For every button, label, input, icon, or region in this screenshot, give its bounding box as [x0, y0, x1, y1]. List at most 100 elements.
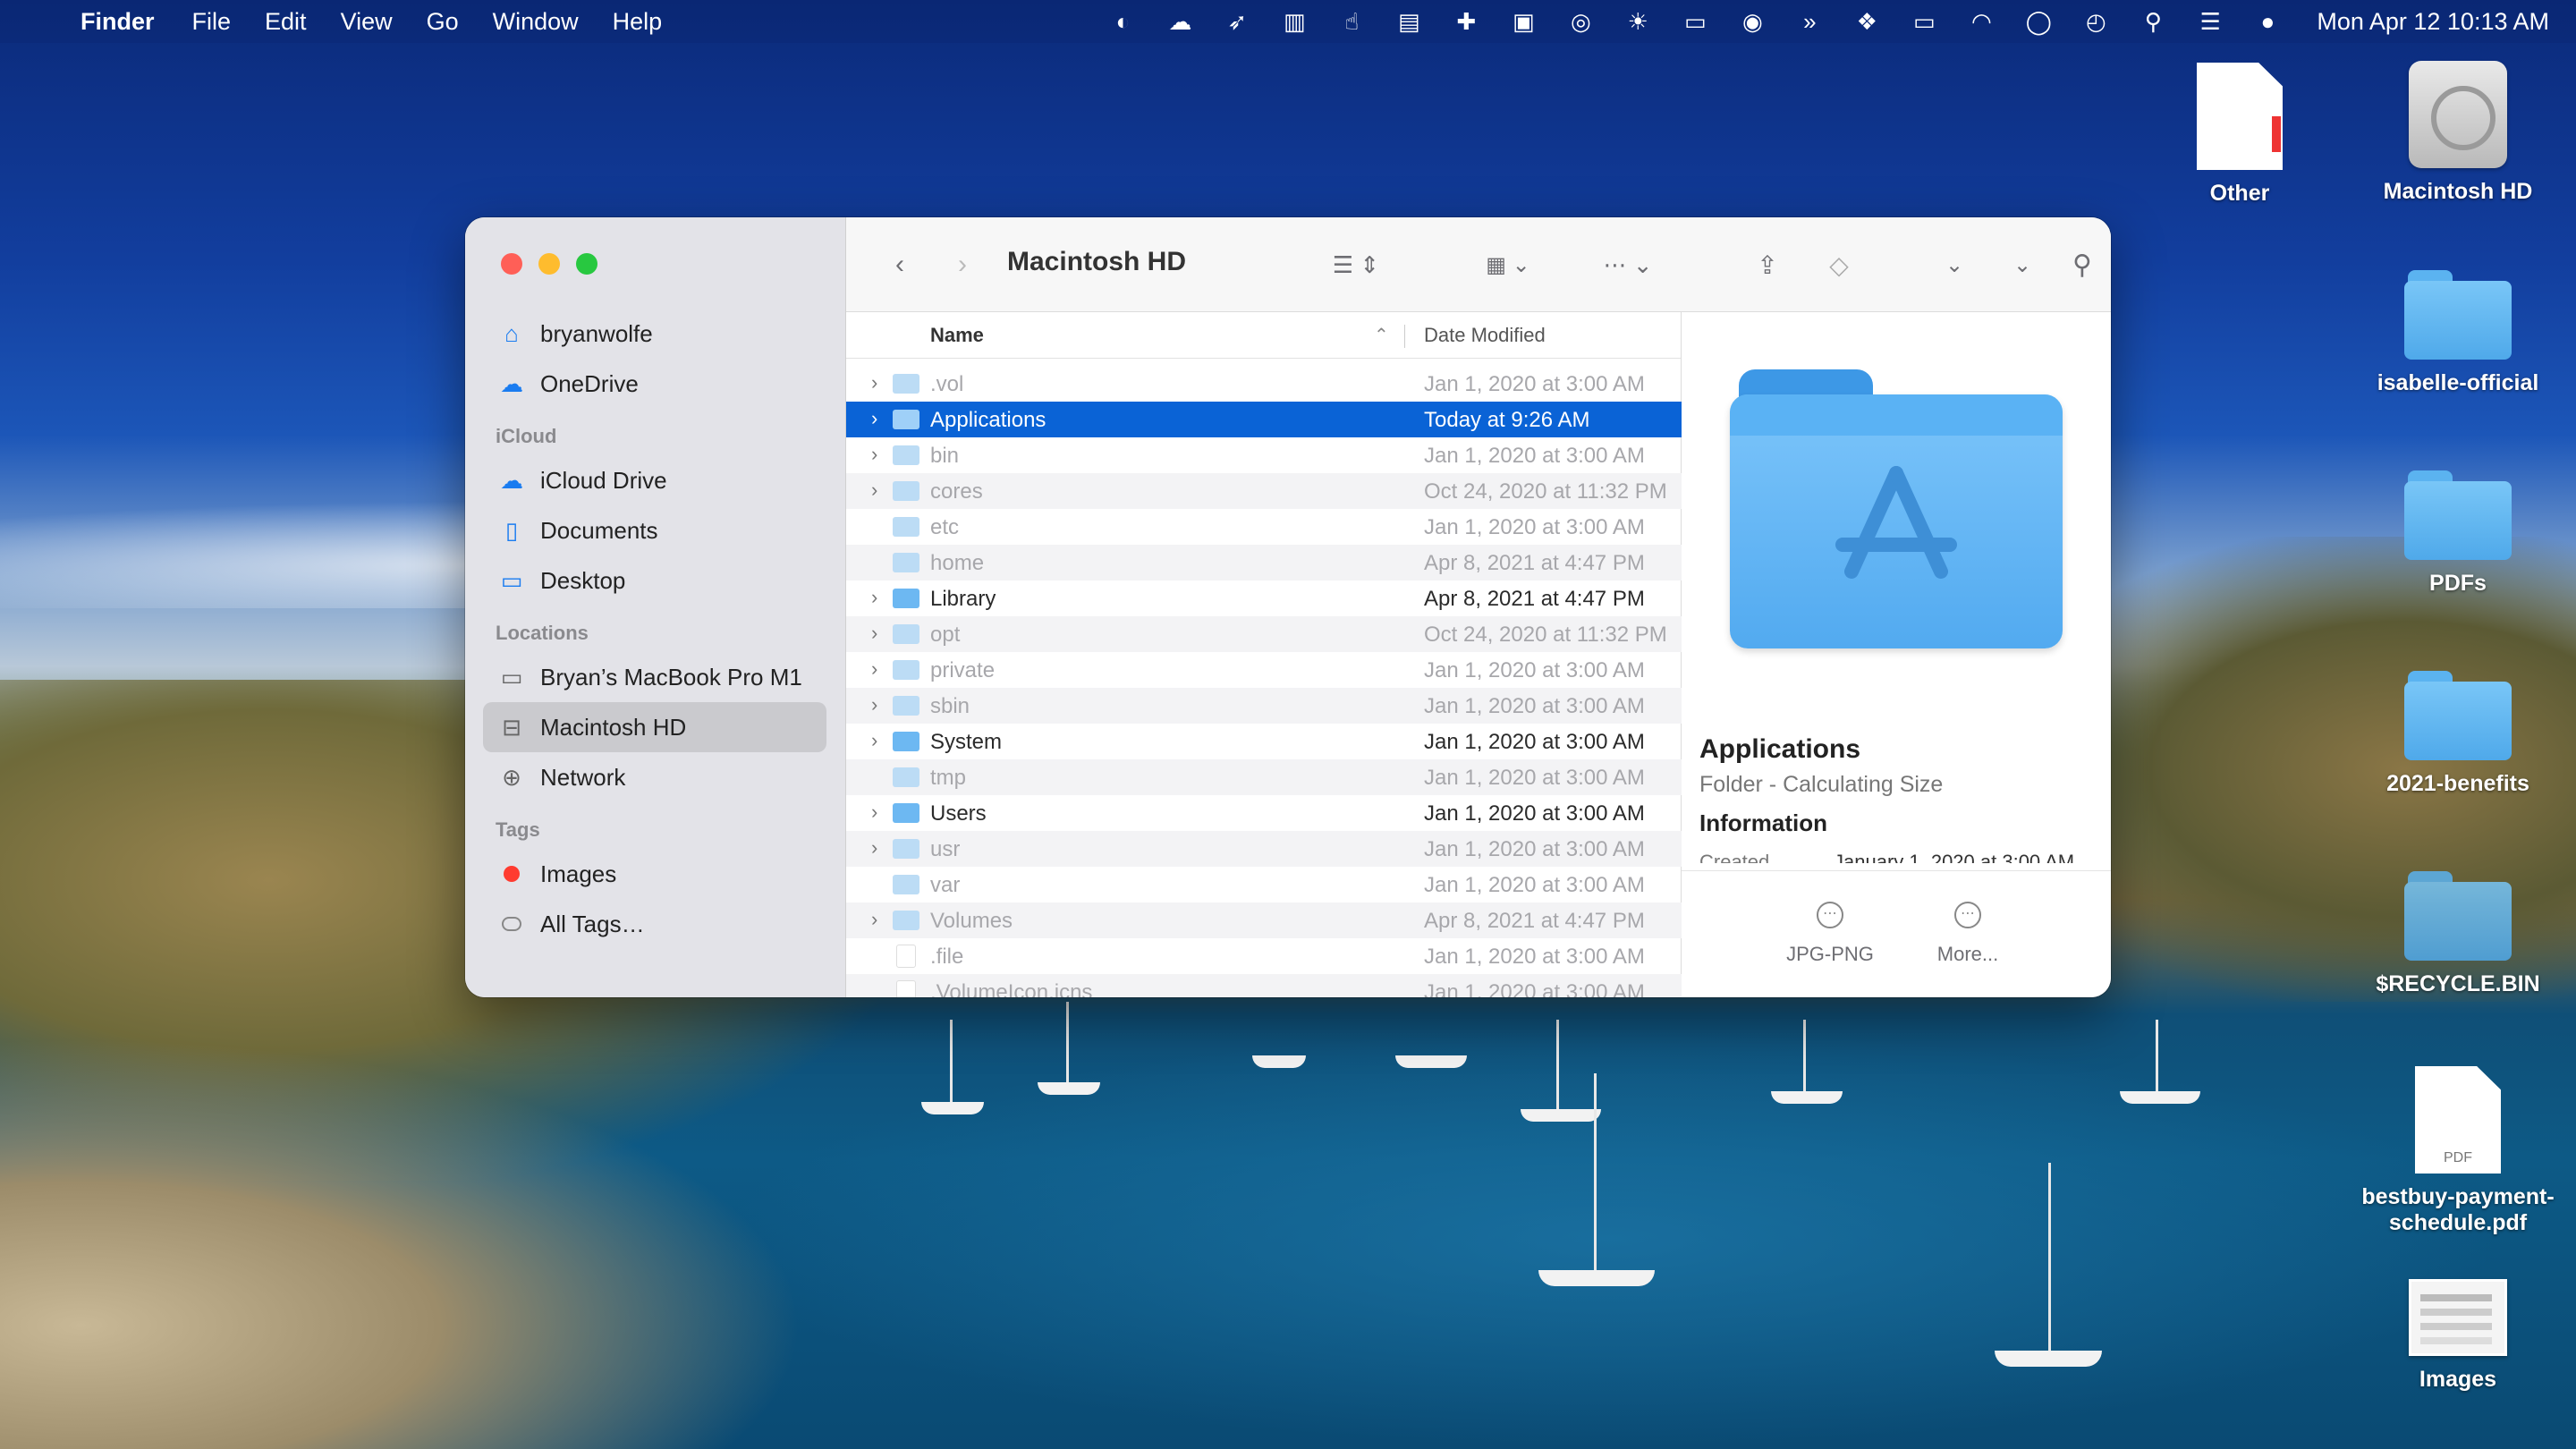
table-row[interactable]: ›VolumesApr 8, 2021 at 4:47 PM — [846, 902, 1682, 938]
menu-app-name[interactable]: Finder — [80, 8, 155, 36]
sidebar-item-desktop[interactable]: ▭ Desktop — [483, 555, 826, 606]
spotlight-icon[interactable]: ⚲ — [2140, 8, 2166, 35]
table-row[interactable]: ›LibraryApr 8, 2021 at 4:47 PM — [846, 580, 1682, 616]
tag-icon[interactable]: ◇ — [1821, 244, 1857, 285]
menu-go[interactable]: Go — [427, 8, 459, 36]
rocket-icon[interactable]: ➶ — [1224, 8, 1250, 35]
table-row[interactable]: ›privateJan 1, 2020 at 3:00 AM — [846, 652, 1682, 688]
row-name: Users — [930, 801, 987, 826]
sidebar-tag-all-tags[interactable]: All Tags… — [483, 899, 826, 949]
plus-status-icon[interactable]: ✚ — [1453, 8, 1479, 35]
time-machine-icon[interactable]: ◴ — [2082, 8, 2109, 35]
sidebar-tag-images[interactable]: Images — [483, 849, 826, 899]
sidebar-item-bryanwolfe[interactable]: ⌂ bryanwolfe — [483, 309, 826, 359]
table-row[interactable]: ›SystemJan 1, 2020 at 3:00 AM — [846, 724, 1682, 759]
battery-icon[interactable]: ▭ — [1911, 8, 1937, 35]
status-toggle-icon[interactable]: ◐ — [1109, 8, 1136, 35]
wallpaper-mast — [2048, 1163, 2051, 1351]
disclosure-chevron-icon[interactable]: › — [871, 657, 889, 681]
table-row[interactable]: tmpJan 1, 2020 at 3:00 AM — [846, 759, 1682, 795]
sidebar-item-macintosh-hd[interactable]: ⊟ Macintosh HD — [483, 702, 826, 752]
disclosure-chevron-icon[interactable]: › — [871, 622, 889, 645]
sidebar-item-documents[interactable]: ▯ Documents — [483, 505, 826, 555]
brightness-icon[interactable]: ☀ — [1624, 8, 1651, 35]
disclosure-chevron-icon[interactable]: › — [871, 443, 889, 466]
close-button[interactable] — [501, 253, 522, 275]
table-row[interactable]: ›.volJan 1, 2020 at 3:00 AM — [846, 366, 1682, 402]
desktop-item-pdfs[interactable]: PDFs — [2360, 470, 2556, 597]
notes-icon[interactable]: ▤ — [1395, 8, 1422, 35]
chevron-down-icon[interactable]: ⌄ — [1941, 244, 1968, 285]
table-row[interactable]: .VolumeIcon.icnsJan 1, 2020 at 3:00 AM — [846, 974, 1682, 997]
desktop-item-bestbuy-pdf[interactable]: PDF bestbuy-payment-schedule.pdf — [2360, 1066, 2556, 1236]
sidebar-item-onedrive[interactable]: ☁ OneDrive — [483, 359, 826, 409]
jpg-png-action-button[interactable]: ⋯ JPG-PNG — [1767, 902, 1893, 966]
wifi-icon[interactable]: ◠ — [1968, 8, 1995, 35]
user-icon[interactable]: ◯ — [2025, 8, 2052, 35]
menu-clock[interactable]: Mon Apr 12 10:13 AM — [2317, 8, 2549, 36]
clapper-icon[interactable]: ▣ — [1510, 8, 1537, 35]
column-divider[interactable] — [1404, 325, 1405, 348]
back-chevron-icon[interactable]: ‹ — [882, 244, 918, 285]
table-row[interactable]: ›sbinJan 1, 2020 at 3:00 AM — [846, 688, 1682, 724]
control-center-icon[interactable]: ☰ — [2197, 8, 2224, 35]
minimize-button[interactable] — [538, 253, 560, 275]
app-status-icon[interactable]: ▥ — [1281, 8, 1308, 35]
table-row[interactable]: ›usrJan 1, 2020 at 3:00 AM — [846, 831, 1682, 867]
desktop-item-2021-benefits[interactable]: 2021-benefits — [2360, 671, 2556, 797]
table-row[interactable]: etcJan 1, 2020 at 3:00 AM — [846, 509, 1682, 545]
forward-icon[interactable]: » — [1796, 8, 1823, 35]
disclosure-chevron-icon[interactable]: › — [871, 586, 889, 609]
table-row[interactable]: ›coresOct 24, 2020 at 11:32 PM — [846, 473, 1682, 509]
desktop-item-images[interactable]: Images — [2360, 1279, 2556, 1393]
list-view-icon[interactable]: ☰ ⇕ — [1320, 244, 1392, 285]
chevron-down-icon[interactable]: ⌄ — [2009, 244, 2036, 285]
disclosure-chevron-icon[interactable]: › — [871, 908, 889, 931]
sidebar-item-label: Bryan’s MacBook Pro M1 — [540, 664, 802, 691]
column-header-name[interactable]: Name — [930, 324, 984, 347]
table-row[interactable]: ›ApplicationsToday at 9:26 AM — [846, 402, 1682, 437]
table-row[interactable]: varJan 1, 2020 at 3:00 AM — [846, 867, 1682, 902]
touch-icon[interactable]: ☝ — [1338, 8, 1365, 35]
menu-help[interactable]: Help — [613, 8, 663, 36]
menu-window[interactable]: Window — [493, 8, 579, 36]
column-header-date[interactable]: Date Modified — [1424, 324, 1546, 347]
table-row[interactable]: ›binJan 1, 2020 at 3:00 AM — [846, 437, 1682, 473]
disclosure-chevron-icon[interactable]: › — [871, 479, 889, 502]
desktop-item-isabelle-official[interactable]: isabelle-official — [2360, 270, 2556, 396]
zoom-button[interactable] — [576, 253, 597, 275]
sidebar-item-macbook[interactable]: ▭ Bryan’s MacBook Pro M1 — [483, 652, 826, 702]
dropbox-icon[interactable]: ❖ — [1853, 8, 1880, 35]
sidebar-item-network[interactable]: ⊕ Network — [483, 752, 826, 802]
more-action-button[interactable]: ⋯ More... — [1905, 902, 2030, 966]
wallpaper-boat — [921, 1102, 984, 1114]
search-icon[interactable]: ⚲ — [2064, 244, 2100, 285]
disclosure-chevron-icon[interactable]: › — [871, 407, 889, 430]
disclosure-chevron-icon[interactable]: › — [871, 371, 889, 394]
disclosure-chevron-icon[interactable]: › — [871, 729, 889, 752]
action-menu-icon[interactable]: ⋯ ⌄ — [1592, 244, 1664, 285]
table-row[interactable]: ›UsersJan 1, 2020 at 3:00 AM — [846, 795, 1682, 831]
desktop-item-other[interactable]: Other — [2141, 63, 2338, 207]
sort-ascending-icon[interactable]: ⌃ — [1374, 324, 1389, 346]
display-icon[interactable]: ▭ — [1682, 8, 1708, 35]
menu-file[interactable]: File — [192, 8, 232, 36]
forward-chevron-icon[interactable]: › — [945, 244, 980, 285]
record-icon[interactable]: ◉ — [1739, 8, 1766, 35]
siri-icon[interactable]: ● — [2254, 8, 2281, 35]
disclosure-chevron-icon[interactable]: › — [871, 693, 889, 716]
desktop-item-recycle-bin[interactable]: $RECYCLE.BIN — [2360, 871, 2556, 997]
menu-edit[interactable]: Edit — [265, 8, 307, 36]
table-row[interactable]: .fileJan 1, 2020 at 3:00 AM — [846, 938, 1682, 974]
group-view-icon[interactable]: ▦ ⌄ — [1472, 244, 1544, 285]
disclosure-chevron-icon[interactable]: › — [871, 836, 889, 860]
desktop-item-macintosh-hd[interactable]: Macintosh HD — [2360, 61, 2556, 205]
cloud-status-icon[interactable]: ☁ — [1166, 8, 1193, 35]
disclosure-chevron-icon[interactable]: › — [871, 801, 889, 824]
table-row[interactable]: homeApr 8, 2021 at 4:47 PM — [846, 545, 1682, 580]
grammarly-icon[interactable]: ◎ — [1567, 8, 1594, 35]
sidebar-item-icloud-drive[interactable]: ☁ iCloud Drive — [483, 455, 826, 505]
menu-view[interactable]: View — [341, 8, 393, 36]
share-icon[interactable]: ⇪ — [1750, 244, 1785, 285]
table-row[interactable]: ›optOct 24, 2020 at 11:32 PM — [846, 616, 1682, 652]
